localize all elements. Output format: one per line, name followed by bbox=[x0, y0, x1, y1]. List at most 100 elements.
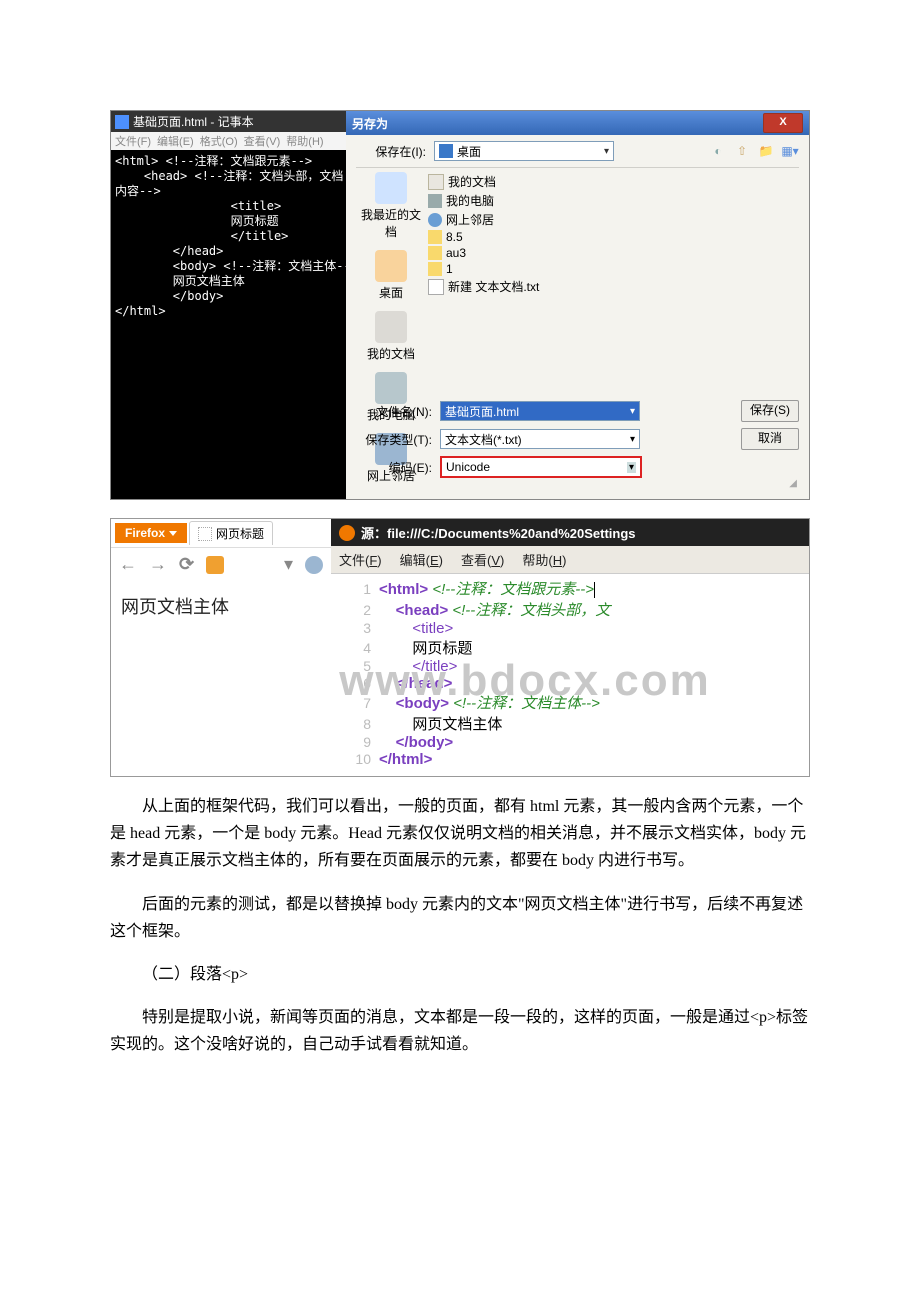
places-item[interactable]: 桌面 bbox=[356, 250, 426, 301]
notepad-menu-item[interactable]: 格式(O) bbox=[200, 136, 238, 148]
chevron-down-icon: ▾ bbox=[630, 406, 635, 417]
page-icon bbox=[198, 527, 212, 541]
save-in-label: 保存在(I): bbox=[356, 143, 426, 160]
chevron-down-icon: ▾ bbox=[630, 434, 635, 445]
view-icon[interactable]: ▦▾ bbox=[781, 142, 799, 160]
view-source-title-text: 源：file:///C:/Documents%20and%20Settings bbox=[361, 523, 636, 542]
txt-icon bbox=[428, 279, 444, 295]
code-line: 7 <body> <!--注释：文档主体--> bbox=[331, 692, 809, 713]
line-number: 10 bbox=[331, 751, 371, 767]
line-number: 1 bbox=[331, 581, 371, 597]
page-content: 网页文档主体 bbox=[111, 581, 331, 776]
reload-icon[interactable]: ⟳ bbox=[179, 554, 194, 575]
line-number: 2 bbox=[331, 602, 371, 618]
line-number: 6 bbox=[331, 675, 371, 691]
new-folder-icon[interactable]: 📁 bbox=[757, 142, 775, 160]
line-number: 7 bbox=[331, 695, 371, 711]
place-label: 我的文档 bbox=[356, 345, 426, 362]
file-list-item[interactable]: 新建 文本文档.txt bbox=[426, 277, 799, 296]
notepad-title-bar: 基础页面.html - 记事本 bbox=[111, 111, 346, 132]
place-label: 我最近的文档 bbox=[356, 206, 426, 240]
notepad-menu-item[interactable]: 帮助(H) bbox=[286, 136, 323, 148]
save-in-value: 桌面 bbox=[457, 143, 481, 160]
line-number: 9 bbox=[331, 734, 371, 750]
fld-icon bbox=[428, 246, 442, 260]
src-menu-item[interactable]: 帮助(H) bbox=[522, 553, 566, 568]
places-item[interactable]: 我最近的文档 bbox=[356, 172, 426, 240]
home-icon[interactable] bbox=[206, 556, 224, 574]
places-item[interactable]: 我的文档 bbox=[356, 311, 426, 362]
cancel-button[interactable]: 取消 bbox=[741, 428, 799, 450]
article-paragraph: 后面的元素的测试，都是以替换掉 body 元素内的文本"网页文档主体"进行书写，… bbox=[110, 891, 810, 945]
tab-title: 网页标题 bbox=[216, 525, 264, 542]
browser-tab[interactable]: 网页标题 bbox=[189, 521, 273, 545]
filetype-label: 保存类型(T): bbox=[356, 431, 432, 448]
notepad-editor[interactable]: <html> <!--注释：文档跟元素--> <head> <!--注释：文档头… bbox=[111, 150, 346, 499]
filename-value: 基础页面.html bbox=[445, 403, 519, 420]
saveas-title-bar: 另存为 X bbox=[346, 111, 809, 135]
file-list-item[interactable]: 8.5 bbox=[426, 229, 799, 245]
notepad-menu-bar[interactable]: 文件(F) 编辑(E) 格式(O) 查看(V) 帮助(H) bbox=[111, 132, 346, 150]
back-icon[interactable]: ◐ bbox=[709, 142, 727, 160]
notepad-menu-item[interactable]: 文件(F) bbox=[115, 136, 151, 148]
src-menu-item[interactable]: 编辑(E) bbox=[400, 553, 443, 568]
places-bar: 我最近的文档桌面我的文档我的电脑网上邻居 bbox=[356, 172, 426, 396]
notepad-menu-item[interactable]: 查看(V) bbox=[244, 136, 281, 148]
encoding-select[interactable]: Unicode ▾ bbox=[440, 456, 642, 478]
save-in-select[interactable]: 桌面 ▾ bbox=[434, 141, 614, 161]
article-heading: （二）段落<p> bbox=[110, 961, 810, 988]
filetype-value: 文本文档(*.txt) bbox=[445, 431, 522, 448]
code-line: 9 </body> bbox=[331, 734, 809, 751]
notepad-window: 基础页面.html - 记事本 文件(F) 编辑(E) 格式(O) 查看(V) 帮助(H… bbox=[111, 111, 346, 499]
figure-firefox-source: Firefox 网页标题 ← → ⟳ ▾ 网页文档主体 源：file:///C:… bbox=[110, 518, 810, 777]
code-line: 10</html> bbox=[331, 751, 809, 768]
globe-icon bbox=[305, 556, 323, 574]
encoding-label: 编码(E): bbox=[356, 459, 432, 476]
place-icon bbox=[375, 172, 407, 204]
file-list[interactable]: 我的文档我的电脑网上邻居 8.5au31新建 文本文档.txt bbox=[426, 172, 799, 396]
doc-icon bbox=[428, 174, 444, 190]
firefox-menu-button[interactable]: Firefox bbox=[115, 523, 187, 543]
up-icon[interactable]: ⇧ bbox=[733, 142, 751, 160]
file-item-label: 我的文档 bbox=[448, 173, 496, 190]
src-menu-item[interactable]: 文件(F) bbox=[339, 553, 382, 568]
fld-icon bbox=[428, 230, 442, 244]
net-icon bbox=[428, 213, 442, 227]
place-icon bbox=[375, 311, 407, 343]
source-code-area[interactable]: www.bdocx.com 1<html> <!--注释：文档跟元素-->2 <… bbox=[331, 574, 809, 776]
desktop-icon bbox=[439, 144, 453, 158]
filename-input[interactable]: 基础页面.html ▾ bbox=[440, 401, 640, 421]
file-list-item[interactable]: au3 bbox=[426, 245, 799, 261]
line-number: 4 bbox=[331, 640, 371, 656]
file-item-label: 8.5 bbox=[446, 230, 463, 244]
file-list-item[interactable]: 网上邻居 bbox=[426, 210, 799, 229]
notepad-icon bbox=[115, 115, 129, 129]
file-list-item[interactable]: 我的电脑 bbox=[426, 191, 799, 210]
forward-icon[interactable]: → bbox=[149, 554, 167, 575]
back-icon[interactable]: ← bbox=[119, 554, 137, 575]
navigation-toolbar: ← → ⟳ ▾ bbox=[111, 547, 331, 581]
code-line: 2 <head> <!--注释：文档头部，文 bbox=[331, 599, 809, 620]
file-item-label: 网上邻居 bbox=[446, 211, 494, 228]
file-list-item[interactable]: 1 bbox=[426, 261, 799, 277]
pc-icon bbox=[428, 194, 442, 208]
article-paragraph: 特别是提取小说，新闻等页面的消息，文本都是一段一段的，这样的页面，一般是通过<p… bbox=[110, 1004, 810, 1058]
save-button[interactable]: 保存(S) bbox=[741, 400, 799, 422]
file-item-label: 我的电脑 bbox=[446, 192, 494, 209]
file-item-label: 1 bbox=[446, 262, 453, 276]
article-paragraph: 从上面的框架代码，我们可以看出，一般的页面，都有 html 元素，其一般内含两个… bbox=[110, 793, 810, 875]
file-list-item[interactable]: 我的文档 bbox=[426, 172, 799, 191]
view-source-menu-bar[interactable]: 文件(F) 编辑(E) 查看(V) 帮助(H) bbox=[331, 546, 809, 574]
line-number: 5 bbox=[331, 658, 371, 674]
fld-icon bbox=[428, 262, 442, 276]
close-button[interactable]: X bbox=[763, 113, 803, 133]
dropdown-icon[interactable]: ▾ bbox=[284, 554, 293, 575]
filetype-select[interactable]: 文本文档(*.txt) ▾ bbox=[440, 429, 640, 449]
notepad-menu-item[interactable]: 编辑(E) bbox=[157, 136, 194, 148]
filename-label: 文件名(N): bbox=[356, 403, 432, 420]
place-label: 桌面 bbox=[356, 284, 426, 301]
figure-notepad-saveas: 基础页面.html - 记事本 文件(F) 编辑(E) 格式(O) 查看(V) 帮助(H… bbox=[110, 110, 810, 500]
src-menu-item[interactable]: 查看(V) bbox=[461, 553, 504, 568]
firefox-icon bbox=[339, 525, 355, 541]
view-source-window: 源：file:///C:/Documents%20and%20Settings … bbox=[331, 519, 809, 776]
